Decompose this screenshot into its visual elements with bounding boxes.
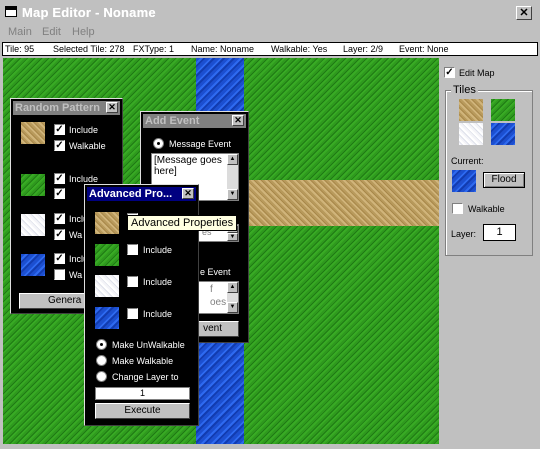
random-pattern-title-bar[interactable]: Random Pattern ✕ — [13, 101, 120, 115]
rp-dirt-walkable-checkbox[interactable]: ✓ — [54, 140, 65, 151]
add-event-title: Add Event — [145, 115, 200, 127]
menu-help[interactable]: Help — [72, 26, 95, 38]
adv-grass-include-label: Include — [143, 245, 173, 255]
rp-dirt-walkable-label: Walkable — [69, 141, 106, 151]
adv-snow-include-label: Include — [143, 277, 173, 287]
rp-grass-include-label: Include — [69, 174, 99, 184]
add-event-close-button[interactable]: ✕ — [232, 115, 244, 126]
edit-map-label: Edit Map — [459, 68, 495, 78]
add-event-title-bar[interactable]: Add Event ✕ — [143, 114, 246, 128]
random-pattern-close-button[interactable]: ✕ — [106, 102, 118, 113]
make-walkable-label: Make Walkable — [112, 356, 174, 366]
adv-water-include-checkbox[interactable] — [127, 308, 138, 319]
status-name: Name: Noname — [191, 44, 255, 54]
scroll-up-icon[interactable]: ▲ — [227, 282, 238, 293]
adv-tile-water — [95, 307, 119, 329]
scroll-up-icon[interactable]: ▲ — [227, 154, 238, 165]
main-title-bar: Map Editor - Noname ✕ — [0, 0, 540, 24]
advanced-close-button[interactable]: ✕ — [182, 188, 194, 199]
right-panel: ✓ Edit Map Tiles Current: Flood Walkable… — [441, 58, 538, 444]
menu-main[interactable]: Main — [8, 26, 32, 38]
make-unwalkable-radio[interactable] — [96, 339, 107, 350]
rp-tile-grass — [21, 174, 45, 196]
rp-snow-walkable-label: Wa — [69, 230, 83, 240]
window-title: Map Editor - Noname — [22, 5, 156, 20]
layer-input[interactable]: 1 — [483, 224, 516, 241]
current-tile — [452, 170, 476, 192]
event-field-3-line1: f — [210, 284, 213, 295]
make-unwalkable-label: Make UnWalkable — [112, 340, 185, 350]
adv-snow-include-checkbox[interactable] — [127, 276, 138, 287]
scroll-down-icon[interactable]: ▼ — [227, 189, 238, 200]
layer-label: Layer: — [451, 229, 477, 239]
flood-button[interactable]: Flood — [483, 172, 525, 188]
rp-water-include-checkbox[interactable]: ✓ — [54, 253, 65, 264]
change-layer-label: Change Layer to — [112, 372, 179, 382]
advanced-title: Advanced Pro... — [89, 188, 173, 200]
tile-dirt[interactable] — [459, 99, 483, 121]
event-field-3-line2: oes — [210, 297, 227, 308]
edit-map-checkbox[interactable]: ✓ — [444, 67, 455, 78]
window-close-button[interactable]: ✕ — [516, 6, 532, 20]
message-text: [Message goes here] — [154, 155, 222, 177]
event-field-3-scrollbar[interactable]: ▲ ▼ — [227, 282, 238, 313]
message-scrollbar[interactable]: ▲ ▼ — [227, 154, 238, 200]
advanced-title-bar[interactable]: Advanced Pro... ✕ — [87, 187, 196, 201]
walkable-label: Walkable — [468, 204, 505, 214]
message-event-radio[interactable] — [153, 138, 164, 149]
status-layer: Layer: 2/9 — [343, 44, 384, 54]
rp-dirt-include-checkbox[interactable]: ✓ — [54, 124, 65, 135]
advanced-properties-tooltip: Advanced Properties — [127, 215, 238, 231]
status-bar: Tile: 95 Selected Tile: 278 FXType: 1 Na… — [2, 42, 538, 56]
tile-snow[interactable] — [459, 123, 483, 145]
rp-snow-walkable-checkbox[interactable]: ✓ — [54, 229, 65, 240]
rp-tile-snow — [21, 214, 45, 236]
rp-water-walkable-checkbox[interactable] — [54, 269, 65, 280]
adv-tile-dirt — [95, 212, 119, 234]
current-label: Current: — [451, 156, 484, 166]
make-walkable-radio[interactable] — [96, 355, 107, 366]
event-type-label: e Event — [200, 267, 231, 277]
rp-tile-water — [21, 254, 45, 276]
status-event: Event: None — [399, 44, 449, 54]
window-icon — [5, 6, 17, 17]
rp-dirt-include-label: Include — [69, 125, 99, 135]
status-fxtype: FXType: 1 — [133, 44, 175, 54]
menu-bar: Main Edit Help — [0, 24, 540, 41]
adv-water-include-label: Include — [143, 309, 173, 319]
walkable-checkbox[interactable] — [452, 203, 463, 214]
execute-button[interactable]: Execute — [95, 403, 190, 419]
change-layer-radio[interactable] — [96, 371, 107, 382]
tile-water[interactable] — [491, 123, 515, 145]
rp-water-walkable-label: Wa — [69, 270, 83, 280]
rp-grass-walkable-checkbox[interactable]: ✓ — [54, 188, 65, 199]
status-selected-tile: Selected Tile: 278 — [53, 44, 125, 54]
scroll-down-icon[interactable]: ▼ — [227, 233, 238, 241]
adv-tile-snow — [95, 275, 119, 297]
rp-tile-dirt — [21, 122, 45, 144]
adv-tile-grass — [95, 244, 119, 266]
scroll-down-icon[interactable]: ▼ — [227, 302, 238, 313]
random-pattern-title: Random Pattern — [15, 102, 100, 114]
status-tile: Tile: 95 — [5, 44, 35, 54]
map-path — [244, 180, 439, 226]
status-walkable: Walkable: Yes — [271, 44, 328, 54]
rp-snow-include-checkbox[interactable]: ✓ — [54, 213, 65, 224]
menu-edit[interactable]: Edit — [42, 26, 61, 38]
tile-grass[interactable] — [491, 99, 515, 121]
adv-grass-include-checkbox[interactable] — [127, 244, 138, 255]
message-event-label: Message Event — [169, 139, 232, 149]
tiles-group-label: Tiles — [451, 84, 478, 96]
rp-grass-include-checkbox[interactable]: ✓ — [54, 173, 65, 184]
adv-layer-input[interactable]: 1 — [95, 387, 190, 400]
